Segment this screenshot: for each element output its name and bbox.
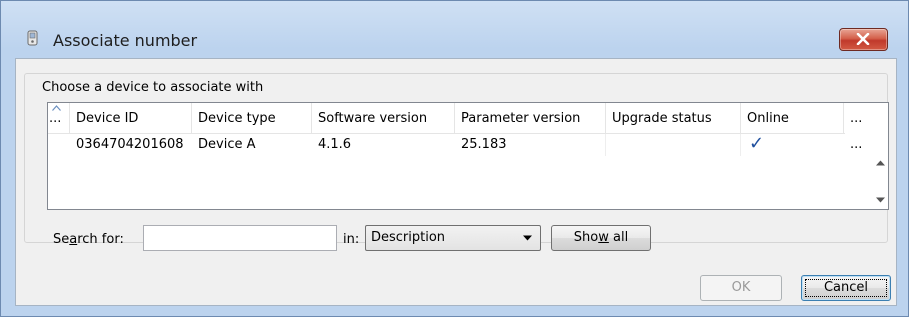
close-x-icon xyxy=(856,33,870,45)
ok-button[interactable]: OK xyxy=(700,275,782,301)
scroll-up-icon[interactable] xyxy=(876,160,885,166)
dialog-window: Associate number Choose a device to asso… xyxy=(0,0,909,317)
table-row[interactable]: 0364704201608 Device A 4.1.6 25.183 ✓ ..… xyxy=(48,134,862,156)
dialog-title: Associate number xyxy=(53,31,198,50)
online-check-icon: ✓ xyxy=(749,134,765,154)
column-header-software-version[interactable]: Software version xyxy=(312,103,455,133)
cancel-button[interactable]: Cancel xyxy=(801,275,891,301)
dialog-body: Choose a device to associate with ... De… xyxy=(15,58,897,306)
column-header-device-type[interactable]: Device type xyxy=(192,103,312,133)
cell-device-id: 0364704201608 xyxy=(76,137,184,152)
column-header-upgrade-status[interactable]: Upgrade status xyxy=(606,103,741,133)
device-grid[interactable]: ... Device ID Device type Software versi… xyxy=(47,102,889,210)
cell-software-version: 4.1.6 xyxy=(318,137,352,152)
cell-parameter-version: 25.183 xyxy=(461,137,507,152)
search-field-value: Description xyxy=(371,230,446,245)
grid-header: ... Device ID Device type Software versi… xyxy=(48,103,862,134)
cell-upgrade-status xyxy=(606,134,741,156)
column-header-device-id[interactable]: Device ID xyxy=(70,103,192,133)
column-header-online[interactable]: Online xyxy=(741,103,844,133)
scroll-down-icon[interactable] xyxy=(876,197,885,203)
device-groupbox: Choose a device to associate with ... De… xyxy=(24,73,889,251)
search-field-select[interactable]: Description xyxy=(365,225,541,251)
column-header-more[interactable]: ... xyxy=(844,103,866,133)
chevron-down-icon xyxy=(523,235,532,241)
cell-more-button[interactable]: ... xyxy=(844,134,868,156)
search-label: Search for: xyxy=(53,232,124,247)
column-header-row-selector[interactable]: ... xyxy=(48,103,70,133)
search-input[interactable] xyxy=(143,225,337,251)
app-icon xyxy=(27,30,38,46)
row-divider xyxy=(605,134,606,156)
search-in-label: in: xyxy=(343,232,360,247)
title-bar[interactable]: Associate number xyxy=(1,1,908,59)
close-button[interactable] xyxy=(839,28,888,51)
show-all-button[interactable]: Show all xyxy=(551,225,651,251)
focus-rectangle xyxy=(805,279,887,297)
groupbox-legend: Choose a device to associate with xyxy=(39,80,267,95)
grid-vertical-scrollbar[interactable] xyxy=(873,155,888,209)
column-header-parameter-version[interactable]: Parameter version xyxy=(455,103,606,133)
cell-device-type: Device A xyxy=(198,137,256,152)
